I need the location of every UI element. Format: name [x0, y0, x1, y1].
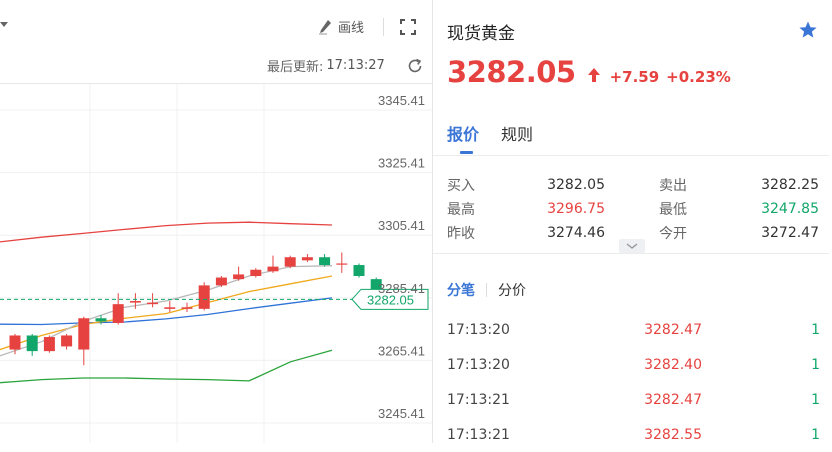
tick-time: 17:13:21 — [447, 391, 510, 408]
y-axis-tick-label: 3305.41 — [378, 218, 425, 233]
tick-volume: 1 — [811, 391, 820, 408]
low-label: 最低 — [659, 202, 687, 218]
y-axis-tick-label: 3245.41 — [378, 406, 425, 421]
last-update-label: 最后更新: — [267, 60, 324, 75]
y-axis-tick-label: 3285.41 — [378, 281, 425, 296]
candle-body — [215, 277, 227, 286]
tick-price: 3282.40 — [644, 356, 702, 373]
tick-volume: 1 — [811, 321, 820, 338]
pen-icon — [319, 19, 331, 34]
open-value: 3272.47 — [761, 225, 819, 241]
quote-row: 最高 3296.75 最低 3247.85 — [447, 197, 819, 221]
section-divider — [433, 253, 829, 254]
candle-body — [336, 263, 348, 265]
ask-value: 3282.25 — [761, 177, 819, 193]
quote-panel: 现货黄金 3282.05 +7.59 +0.23% 报价 规则 买入 3282.… — [433, 0, 832, 443]
current-price: 3282.05 — [447, 55, 576, 89]
candle-body — [26, 335, 38, 352]
tick-time: 17:13:21 — [447, 426, 510, 443]
trade-subtabs: 分笔 分价 — [447, 280, 526, 300]
fullscreen-icon[interactable] — [399, 18, 417, 36]
tick-price: 3282.47 — [644, 321, 702, 338]
candle-body — [164, 307, 176, 309]
open-label: 今开 — [659, 226, 687, 242]
candle-body — [284, 257, 296, 267]
candle-body — [95, 318, 107, 322]
tick-volume: 1 — [811, 356, 820, 373]
toolbar-divider — [383, 18, 384, 36]
candle-body — [233, 274, 245, 280]
bollinger-mid-line — [0, 297, 333, 326]
tabs-divider — [433, 155, 829, 156]
high-value: 3296.75 — [547, 201, 605, 217]
tab-rules[interactable]: 规则 — [501, 121, 533, 145]
quote-tabs: 报价 规则 — [447, 121, 533, 145]
ask-label: 卖出 — [659, 178, 687, 194]
y-axis-tick-label: 3265.41 — [378, 343, 425, 358]
tick-list: 17:13:20 3282.47 1 17:13:20 3282.40 1 17… — [447, 312, 820, 452]
high-label: 最高 — [447, 202, 475, 218]
candle-body — [61, 335, 73, 347]
candle-body — [198, 285, 210, 309]
tick-time: 17:13:20 — [447, 356, 510, 373]
candle-body — [78, 318, 90, 350]
candle-body — [147, 302, 159, 305]
list-item: 17:13:20 3282.47 1 — [447, 312, 820, 347]
bollinger-lower-line — [0, 349, 333, 384]
tab-quote[interactable]: 报价 — [447, 121, 479, 145]
y-axis-tick-label: 3325.41 — [378, 156, 425, 171]
period-dropdown-caret-icon[interactable] — [0, 22, 8, 27]
last-update: 最后更新: 17:13:27 — [267, 56, 385, 75]
tick-volume: 1 — [811, 426, 820, 443]
subtab-ticks[interactable]: 分笔 — [447, 280, 475, 300]
instrument-name: 现货黄金 — [447, 24, 515, 44]
candle-body — [353, 265, 365, 276]
star-icon[interactable] — [798, 20, 818, 40]
prev-close-value: 3274.46 — [547, 225, 605, 241]
price-change: +7.59 — [609, 68, 660, 86]
candle-body — [9, 335, 21, 350]
last-update-time: 17:13:27 — [326, 58, 385, 73]
chevron-down-icon[interactable] — [619, 239, 645, 253]
low-value: 3247.85 — [761, 201, 819, 217]
candle-body — [319, 257, 331, 266]
refresh-icon[interactable] — [406, 57, 424, 75]
candle-body — [43, 337, 55, 352]
tick-price: 3282.47 — [644, 391, 702, 408]
arrow-up-icon — [587, 68, 600, 82]
y-axis-tick-label: 3345.41 — [378, 93, 425, 108]
price-change-percent: +0.23% — [666, 68, 731, 86]
tick-time: 17:13:20 — [447, 321, 510, 338]
chart-panel: 画线 最后更新: 17:13:27 3282.05 3345.41 3325.41… — [0, 0, 432, 443]
candle-body — [250, 269, 262, 276]
draw-line-button[interactable]: 画线 — [318, 17, 364, 36]
candlestick-chart[interactable]: 3282.05 3345.413325.413305.413285.413265… — [0, 84, 432, 443]
price-row: 3282.05 +7.59 +0.23% — [447, 55, 731, 89]
bid-label: 买入 — [447, 178, 475, 194]
subtab-divider — [486, 283, 487, 297]
candle-body — [112, 304, 124, 323]
candle-body — [129, 301, 141, 303]
quote-row: 买入 3282.05 卖出 3282.25 — [447, 173, 819, 197]
quote-grid: 买入 3282.05 卖出 3282.25 最高 3296.75 最低 3247… — [447, 173, 819, 245]
prev-close-label: 昨收 — [447, 226, 475, 242]
list-item: 17:13:21 3282.47 1 — [447, 382, 820, 417]
draw-line-label: 画线 — [338, 21, 365, 36]
active-tab-indicator — [460, 151, 473, 154]
candle-body — [301, 257, 313, 261]
bid-value: 3282.05 — [547, 177, 605, 193]
candle-body — [267, 266, 279, 272]
list-item: 17:13:20 3282.40 1 — [447, 347, 820, 382]
tick-price: 3282.55 — [644, 426, 702, 443]
bollinger-upper-line — [0, 221, 333, 243]
subtab-price-distribution[interactable]: 分价 — [498, 280, 526, 300]
candle-body — [181, 307, 193, 309]
list-item: 17:13:21 3282.55 1 — [447, 417, 820, 452]
